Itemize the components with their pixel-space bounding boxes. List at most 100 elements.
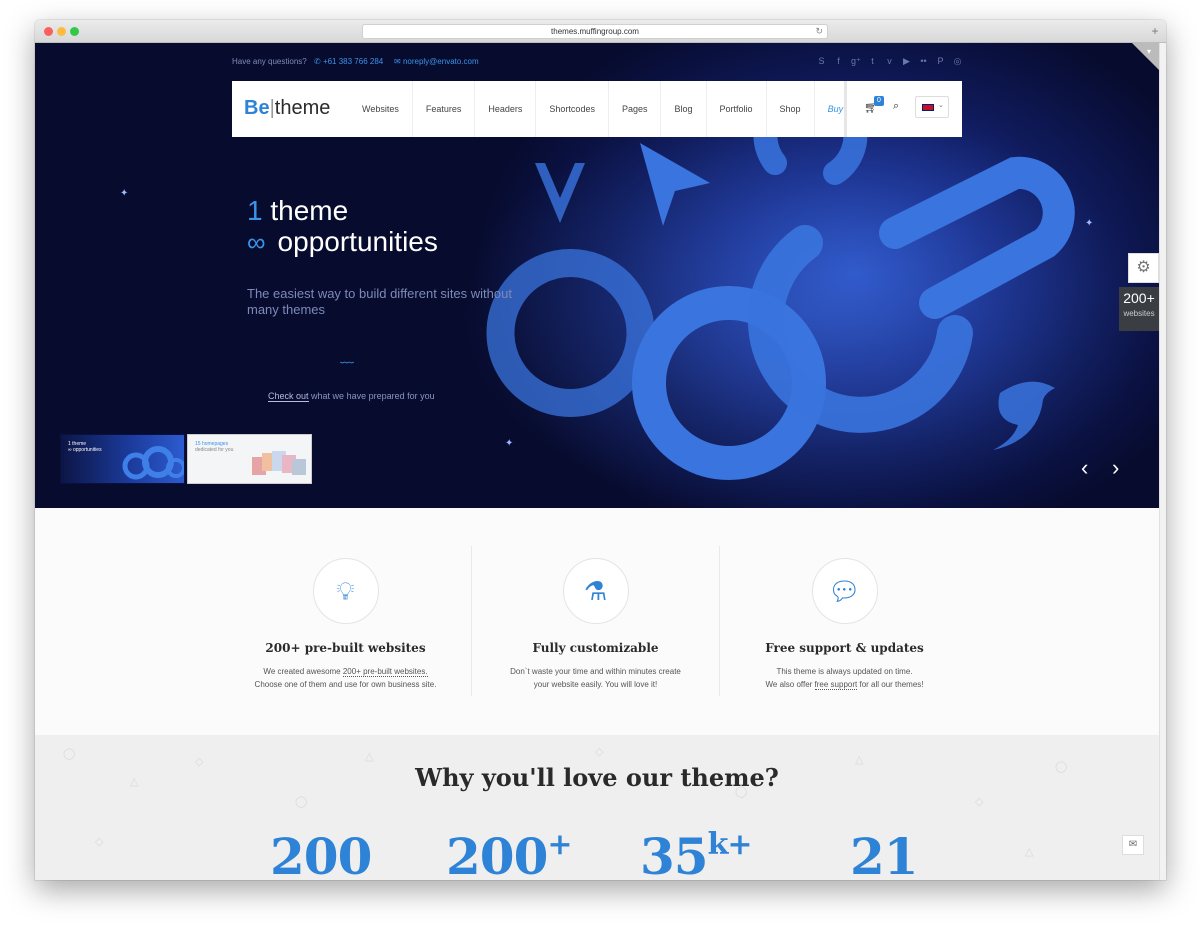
thumb-artwork: [252, 451, 306, 475]
stat-number: 35k+: [640, 827, 753, 880]
speech-bubble-icon: 💬︎: [811, 558, 878, 624]
youtube-icon[interactable]: ▶: [902, 56, 911, 67]
hero-check-out-text: Check out what we have prepared for you: [268, 391, 435, 402]
phone-icon: ✆: [314, 57, 323, 66]
stat-number: 200+: [446, 827, 573, 880]
feature-desc-line2: your website easily. You will love it!: [533, 680, 658, 689]
language-selector[interactable]: ⌄: [915, 96, 949, 118]
websites-label: websites: [1123, 309, 1155, 318]
wave-divider-icon: ﹏: [340, 349, 354, 365]
google-plus-icon[interactable]: g⁺: [851, 56, 861, 67]
flask-icon: ⚗: [562, 558, 629, 624]
feature-desc-link[interactable]: 200+ pre-built websites.: [342, 667, 428, 677]
feature-description: We created awesome 200+ pre-built websit…: [221, 665, 470, 691]
site-logo[interactable]: Be|theme: [244, 97, 330, 120]
slider-next-arrow-icon[interactable]: ›: [1112, 455, 1119, 481]
stat-value: 21: [850, 827, 919, 880]
thumb-caption-line2: ∞ opportunities: [68, 447, 102, 453]
url-text: themes.muffingroup.com: [551, 27, 639, 36]
menu-item-shortcodes[interactable]: Shortcodes: [536, 81, 609, 137]
menu-item-websites[interactable]: Websites: [349, 81, 413, 137]
stat-suffix: k+: [707, 827, 753, 862]
stat-number: 21: [850, 827, 919, 880]
star-decoration: ✦: [120, 188, 129, 199]
thumb-caption: 15 homepages dedicated for you: [195, 441, 233, 453]
logo-theme: theme: [274, 97, 331, 119]
questions-text: Have any questions?: [232, 57, 307, 66]
cart-count-badge: 0: [874, 96, 884, 106]
feature-title: Fully customizable: [532, 641, 659, 655]
hero-title-line2: opportunities: [277, 226, 438, 257]
menu-item-portfolio[interactable]: Portfolio: [707, 81, 767, 137]
feature-desc-text: We created awesome: [263, 667, 343, 676]
feature-block: ⚗ Fully customizable Don`t waste your ti…: [471, 546, 720, 696]
slider-prev-arrow-icon[interactable]: ‹: [1081, 455, 1088, 481]
corner-fold: [1132, 43, 1159, 70]
check-out-rest: what we have prepared for you: [311, 391, 435, 401]
menu-item-headers[interactable]: Headers: [475, 81, 537, 137]
websites-panel-tab[interactable]: 200+ websites: [1119, 287, 1159, 331]
search-icon[interactable]: ⌕: [893, 100, 899, 113]
email-link[interactable]: ✉ noreply@envato.com: [394, 57, 479, 66]
why-section: ◯ △ ◇ ◯ △ ◇ ◯ △ ◇ ◯ ◇ △ Why you'll love …: [35, 735, 1159, 880]
plus-icon[interactable]: +: [1148, 23, 1162, 39]
feature-desc-text: We also offer: [765, 680, 815, 689]
thumb-artwork: [122, 446, 184, 480]
envelope-icon: ✉: [394, 57, 403, 66]
menu-item-shop[interactable]: Shop: [767, 81, 815, 137]
browser-window: themes.muffingroup.com ↻ + ✦ ✦ ✦ Have an…: [35, 20, 1166, 880]
browser-titlebar: themes.muffingroup.com ↻ +: [35, 20, 1166, 43]
nav-actions: 🛒︎ 0 ⌕ ⌄: [844, 81, 962, 137]
thumb-caption-line2: dedicated for you: [195, 447, 234, 453]
thumb-caption: 1 theme ∞ opportunities: [68, 441, 102, 453]
dribbble-icon[interactable]: ◎: [953, 56, 962, 67]
menu-item-blog[interactable]: Blog: [661, 81, 707, 137]
feature-block: 💡︎ 200+ pre-built websites We created aw…: [221, 546, 470, 696]
why-title: Why you'll love our theme?: [415, 763, 779, 792]
envelope-icon[interactable]: ✉: [1122, 835, 1144, 855]
minimize-window-button[interactable]: [57, 27, 66, 36]
email-address: noreply@envato.com: [402, 57, 479, 66]
hero-title-line1: theme: [270, 195, 349, 226]
websites-count: 200+: [1123, 290, 1155, 306]
pinterest-icon[interactable]: P: [936, 56, 945, 67]
main-menu: Websites Features Headers Shortcodes Pag…: [349, 81, 856, 137]
stat-number: 200: [270, 827, 372, 880]
page-viewport: ✦ ✦ ✦ Have any questions? ✆ +61 383 766 …: [35, 43, 1166, 880]
lightbulb-icon: 💡︎: [312, 558, 379, 624]
settings-gear-icon[interactable]: ⚙: [1128, 253, 1159, 283]
menu-item-pages[interactable]: Pages: [609, 81, 662, 137]
stat-value: 200: [270, 827, 372, 880]
twitter-icon[interactable]: t: [868, 56, 877, 67]
hero-title-number: 1: [247, 195, 263, 226]
arrow-down-icon[interactable]: ▾: [1147, 47, 1151, 56]
stat-value: 35: [640, 827, 709, 880]
check-out-link[interactable]: Check out: [268, 391, 309, 402]
features-section: 💡︎ 200+ pre-built websites We created aw…: [35, 508, 1159, 735]
stat-value: 200: [446, 827, 548, 880]
uk-flag-icon: [922, 104, 934, 111]
close-window-button[interactable]: [44, 27, 53, 36]
feature-title: 200+ pre-built websites: [265, 641, 426, 655]
reload-icon[interactable]: ↻: [815, 25, 823, 38]
phone-number: +61 383 766 284: [322, 57, 384, 66]
address-bar[interactable]: themes.muffingroup.com ↻: [362, 24, 828, 39]
scrollbar[interactable]: [1159, 43, 1166, 880]
feature-desc-link[interactable]: free support: [814, 680, 858, 690]
flickr-icon[interactable]: ••: [919, 56, 928, 67]
feature-desc-text: for all our themes!: [857, 680, 924, 689]
menu-item-features[interactable]: Features: [413, 81, 476, 137]
chevron-down-icon: ⌄: [938, 102, 944, 109]
slider-thumbnail-1[interactable]: 1 theme ∞ opportunities: [60, 434, 185, 484]
phone-link[interactable]: ✆ +61 383 766 284: [314, 57, 383, 66]
feature-desc-line1: Don`t waste your time and within minutes…: [510, 667, 681, 676]
feature-description: This theme is always updated on time. We…: [720, 665, 969, 691]
slider-thumbnail-2[interactable]: 15 homepages dedicated for you: [187, 434, 312, 484]
vimeo-icon[interactable]: v: [885, 56, 894, 67]
social-icons: S f g⁺ t v ▶ •• P ◎: [817, 56, 962, 67]
feature-block: 💬︎ Free support & updates This theme is …: [720, 546, 969, 696]
zoom-window-button[interactable]: [70, 27, 79, 36]
feature-description: Don`t waste your time and within minutes…: [472, 665, 719, 691]
facebook-icon[interactable]: f: [834, 56, 843, 67]
skype-icon[interactable]: S: [817, 56, 826, 67]
